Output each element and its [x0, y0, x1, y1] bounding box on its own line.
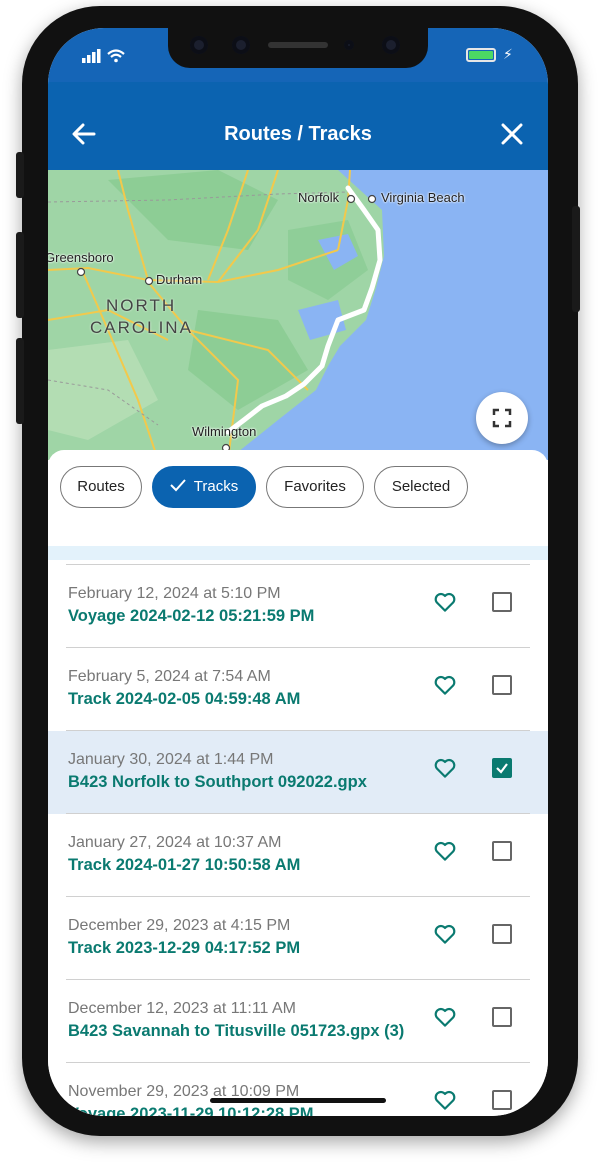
track-date: December 29, 2023 at 4:15 PM	[68, 917, 291, 934]
list-item[interactable]: December 29, 2023 at 4:15 PM Track 2023-…	[48, 897, 548, 980]
status-bar: ⚡	[48, 28, 548, 82]
map-label-durham: Durham	[156, 272, 203, 287]
track-name: Track 2024-01-27 10:50:58 AM	[68, 856, 301, 874]
camera-icon	[382, 36, 400, 54]
check-icon	[170, 479, 186, 492]
heart-icon[interactable]	[432, 1004, 458, 1030]
chip-tracks[interactable]: Tracks	[152, 466, 256, 508]
volume-up-button	[16, 232, 24, 318]
chip-label: Selected	[391, 478, 451, 495]
heart-icon[interactable]	[432, 672, 458, 698]
heart-icon[interactable]	[432, 838, 458, 864]
track-name: Track 2024-02-05 04:59:48 AM	[68, 690, 301, 708]
map-label-greensboro: Greensboro	[48, 250, 114, 265]
close-icon[interactable]	[496, 118, 528, 150]
select-checkbox[interactable]	[492, 1007, 512, 1027]
signal-wifi-icon	[82, 49, 125, 63]
map-label-virginia-beach: Virginia Beach	[381, 190, 465, 205]
list-item[interactable]: February 5, 2024 at 7:54 AM Track 2024-0…	[48, 648, 548, 731]
chip-label: Favorites	[284, 478, 346, 495]
page-title: Routes / Tracks	[224, 123, 372, 145]
track-date: January 27, 2024 at 10:37 AM	[68, 834, 282, 851]
notch	[168, 28, 428, 68]
app-bar: Routes / Tracks	[48, 82, 548, 170]
power-button	[572, 206, 580, 312]
fullscreen-button[interactable]	[476, 392, 528, 444]
select-checkbox[interactable]	[492, 675, 512, 695]
heart-icon[interactable]	[432, 1087, 458, 1113]
chip-selected[interactable]: Selected	[374, 466, 468, 508]
track-date: January 30, 2024 at 1:44 PM	[68, 751, 274, 768]
heart-icon[interactable]	[432, 921, 458, 947]
charging-icon: ⚡	[503, 46, 513, 62]
fullscreen-icon	[492, 408, 512, 428]
list-item[interactable]: November 29, 2023 at 10:09 PM Voyage 202…	[48, 1063, 548, 1116]
track-date: February 5, 2024 at 7:54 AM	[68, 668, 271, 685]
select-checkbox-checked[interactable]	[492, 758, 512, 778]
map-view[interactable]: Norfolk Virginia Beach Greensboro Durham…	[48, 170, 548, 460]
heart-icon[interactable]	[432, 755, 458, 781]
home-indicator[interactable]	[210, 1098, 386, 1103]
track-name: Voyage 2023-11-29 10:12:28 PM	[68, 1105, 314, 1116]
list-scroll-edge	[48, 546, 548, 560]
chip-favorites[interactable]: Favorites	[266, 466, 364, 508]
map-label-state-1: NORTH	[106, 296, 177, 315]
map-label-norfolk: Norfolk	[298, 190, 340, 205]
map-label-wilmington: Wilmington	[192, 424, 257, 439]
track-date: December 12, 2023 at 11:11 AM	[68, 1000, 296, 1017]
chip-label: Routes	[77, 478, 125, 495]
track-date: February 12, 2024 at 5:10 PM	[68, 585, 281, 602]
speaker	[268, 42, 328, 48]
list-item[interactable]: February 12, 2024 at 5:10 PM Voyage 2024…	[48, 565, 548, 648]
chip-label: Tracks	[193, 478, 239, 495]
sensor-icon	[344, 40, 354, 50]
track-name: Voyage 2024-02-12 05:21:59 PM	[68, 607, 315, 625]
heart-icon[interactable]	[432, 589, 458, 615]
track-name: Track 2023-12-29 04:17:52 PM	[68, 939, 301, 957]
list-item-selected[interactable]: January 30, 2024 at 1:44 PM B423 Norfolk…	[48, 731, 548, 814]
track-name: B423 Savannah to Titusville 051723.gpx (…	[68, 1022, 405, 1040]
track-name: B423 Norfolk to Southport 092022.gpx	[68, 773, 367, 791]
back-arrow-icon[interactable]	[68, 118, 100, 150]
list-item[interactable]: December 12, 2023 at 11:11 AM B423 Savan…	[48, 980, 548, 1063]
chip-routes[interactable]: Routes	[60, 466, 142, 508]
list-item[interactable]: January 27, 2024 at 10:37 AM Track 2024-…	[48, 814, 548, 897]
tracks-sheet: Routes Tracks Favorites Selected Februar…	[48, 450, 548, 1116]
map-label-state-2: CAROLINA	[90, 318, 193, 337]
select-checkbox[interactable]	[492, 1090, 512, 1110]
checkmark-icon	[496, 763, 508, 774]
select-checkbox[interactable]	[492, 841, 512, 861]
select-checkbox[interactable]	[492, 592, 512, 612]
side-button	[16, 152, 24, 198]
screen: ⚡ Routes / Tracks Norfolk Virginia Beach…	[48, 28, 548, 1116]
volume-down-button	[16, 338, 24, 424]
select-checkbox[interactable]	[492, 924, 512, 944]
battery-icon	[466, 48, 496, 62]
camera-icon	[190, 36, 208, 54]
camera-icon	[232, 36, 250, 54]
